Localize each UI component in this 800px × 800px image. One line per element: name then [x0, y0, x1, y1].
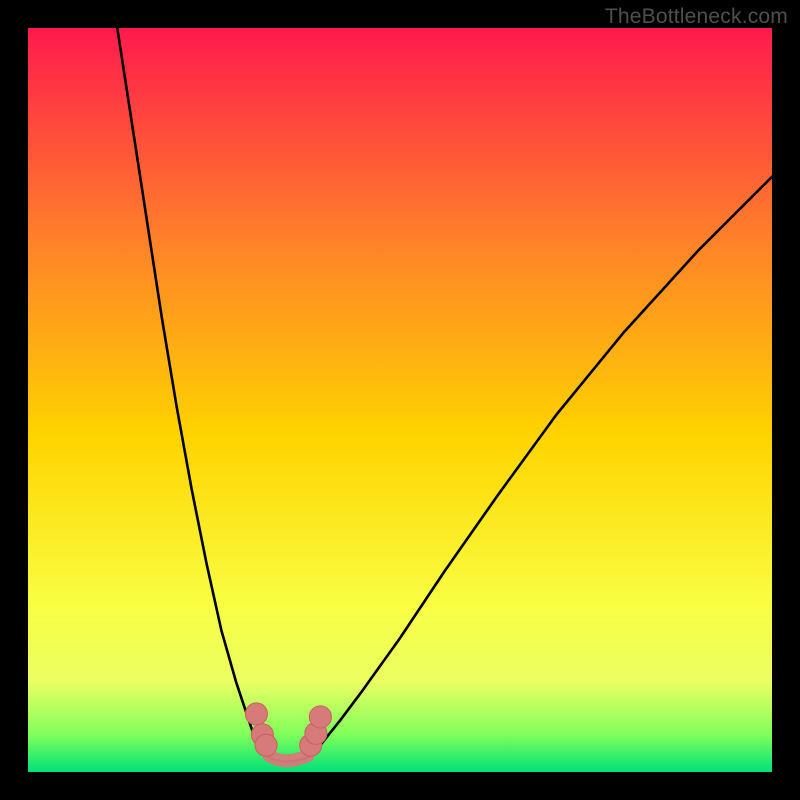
outer-frame: TheBottleneck.com [0, 0, 800, 800]
watermark-label: TheBottleneck.com [605, 5, 788, 29]
marker-dot-0 [245, 703, 267, 725]
plot-area [28, 28, 772, 772]
marker-dot-2 [255, 734, 277, 756]
gradient-backdrop [28, 28, 772, 772]
marker-connector [269, 756, 308, 761]
chart-svg [28, 28, 772, 772]
marker-dot-5 [309, 706, 331, 728]
